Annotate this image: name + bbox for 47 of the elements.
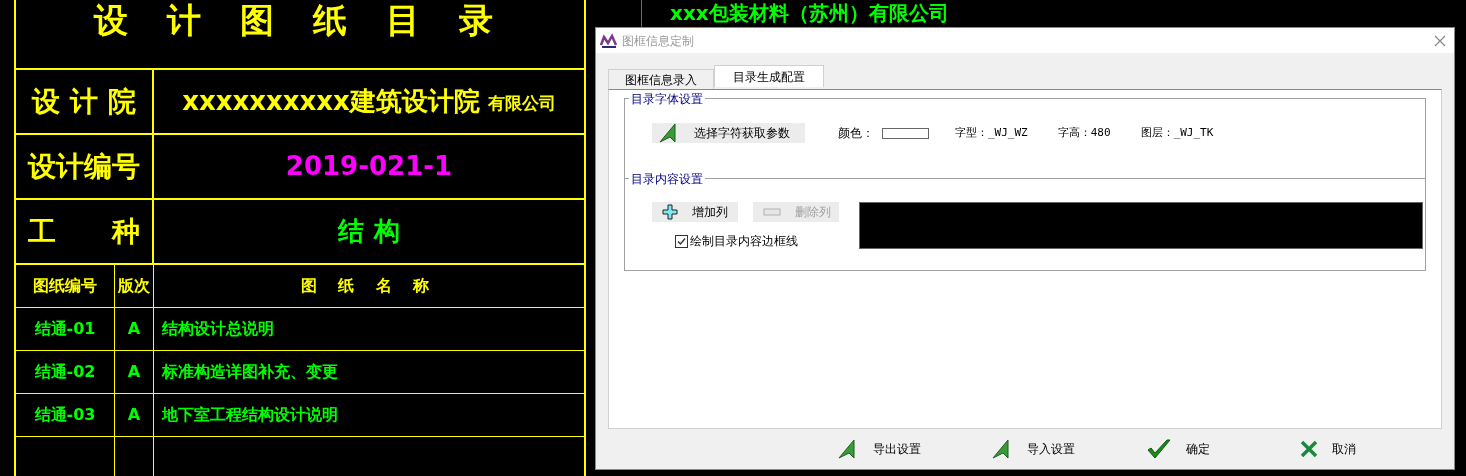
table-cell-text: 结通-03 — [34, 404, 96, 426]
drawing-title: 设 计 图 纸 目 录 — [93, 0, 507, 40]
add-column-button[interactable]: 增加列 — [652, 202, 738, 222]
tab[interactable]: 图框信息录入 — [608, 69, 714, 89]
pick-character-button[interactable]: 选择字符获取参数 — [652, 123, 805, 143]
table-cell-text: 结构设计总说明 — [162, 318, 274, 340]
table-cell-text: 标准构造详图补充、变更 — [162, 361, 338, 383]
company-name: xxx包装材料（苏州）有限公司 — [670, 0, 949, 26]
app-logo-icon — [600, 32, 618, 49]
field-label: 工 种 — [28, 213, 140, 250]
layer-text: 图层：_WJ_TK — [1140, 124, 1214, 141]
window-title: 图框信息定制 — [622, 32, 695, 50]
field-label: 设计编号 — [28, 148, 140, 185]
import-button[interactable]: 导入设置 — [991, 438, 1146, 460]
check-icon — [677, 236, 686, 246]
table-cell-text: A — [127, 404, 141, 426]
field-value: xxxxxxxxxx建筑设计院 — [182, 85, 480, 118]
field-value: 2019-021-1 — [285, 150, 453, 183]
close-icon[interactable] — [1434, 34, 1446, 47]
field-value: 结 构 — [338, 215, 400, 248]
close-icon — [1299, 440, 1318, 458]
export-button[interactable]: 导出设置 — [837, 438, 992, 460]
column-header: 图 纸 名 称 — [300, 275, 438, 297]
table-cell-text: A — [127, 361, 141, 383]
ok-button[interactable]: 确定 — [1145, 438, 1300, 460]
checkmark-icon — [1145, 438, 1172, 460]
minus-icon — [763, 208, 781, 216]
table-cell-text: 结通-01 — [34, 318, 96, 340]
group-title: 目录字体设置 — [629, 90, 705, 108]
border-lines-checkbox[interactable]: 绘制目录内容边框线 — [675, 232, 839, 250]
column-header: 图纸编号 — [33, 275, 97, 297]
font-style-text: 字型：_WJ_WZ — [955, 124, 1028, 141]
cancel-button[interactable]: 取消 — [1299, 440, 1454, 458]
color-swatch[interactable] — [882, 127, 929, 139]
tab[interactable]: 目录生成配置 — [714, 65, 824, 87]
field-label: 设 计 院 — [32, 83, 136, 120]
table-cell-text: 地下室工程结构设计说明 — [162, 404, 338, 426]
group-title: 目录内容设置 — [629, 170, 705, 188]
column-list[interactable] — [859, 202, 1423, 249]
column-header: 版次 — [118, 275, 150, 297]
color-label: 颜色： — [838, 125, 874, 142]
table-cell-text: 结通-02 — [34, 361, 96, 383]
checkbox[interactable] — [675, 234, 688, 248]
plus-icon — [662, 204, 678, 220]
text-height-text: 字高：480 — [1057, 124, 1111, 141]
table-cell-text: A — [127, 318, 141, 340]
field-suffix: 有限公司 — [487, 91, 556, 115]
